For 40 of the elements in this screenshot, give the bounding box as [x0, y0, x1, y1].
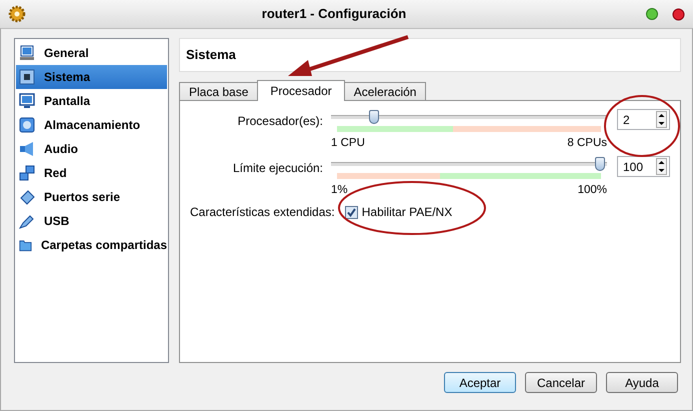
sidebar-item[interactable]: Almacenamiento: [16, 113, 167, 137]
usb-plug-icon: [19, 213, 35, 229]
checkbox-icon[interactable]: [344, 206, 358, 218]
sidebar-item[interactable]: Sistema: [16, 65, 167, 89]
gear-icon: [8, 5, 26, 23]
slider-thumb[interactable]: [368, 110, 379, 124]
speaker-icon: [19, 141, 35, 157]
slider-label: Límite ejecución:: [232, 161, 323, 175]
field-label: Características extendidas:: [190, 204, 335, 221]
page-title: Sistema: [186, 46, 236, 64]
sidebar-item[interactable]: USB: [16, 209, 167, 233]
tab[interactable]: Placa base: [179, 82, 258, 100]
spinner-arrows-icon[interactable]: [656, 158, 667, 175]
monitor-icon: [19, 45, 35, 61]
tab[interactable]: Procesador: [257, 80, 345, 101]
dialog-button[interactable]: Cancelar: [525, 372, 597, 393]
close-icon[interactable]: [672, 8, 685, 20]
network-icon: [19, 165, 35, 181]
chip-icon: [19, 69, 35, 85]
sidebar-item[interactable]: Pantalla: [16, 89, 167, 113]
display-icon: [19, 93, 35, 109]
serial-port-icon: [19, 189, 35, 205]
scale-max-label: 100%: [578, 184, 607, 197]
dialog-button[interactable]: Aceptar: [444, 372, 516, 393]
sidebar-item[interactable]: Carpetas compartidas: [16, 233, 167, 257]
scale-max-label: 8 CPUs: [567, 137, 607, 150]
slider-label: Procesador(es):: [238, 114, 323, 128]
slider-thumb[interactable]: [595, 157, 605, 171]
sidebar-item[interactable]: Red: [16, 161, 167, 185]
tab[interactable]: Aceleración: [344, 82, 426, 100]
scale-min-label: 1%: [331, 184, 348, 197]
sidebar-item[interactable]: Audio: [16, 137, 167, 161]
dialog-button[interactable]: Ayuda: [606, 372, 678, 393]
spin-box[interactable]: 2: [617, 109, 670, 130]
sidebar-item[interactable]: Puertos serie: [16, 185, 167, 209]
spinner-arrows-icon[interactable]: [656, 111, 667, 128]
window-title: router1 - Configuración: [262, 6, 406, 22]
scale-min-label: 1 CPU: [331, 137, 365, 150]
sidebar-item[interactable]: General: [16, 41, 167, 65]
spin-box[interactable]: 100: [617, 156, 670, 177]
